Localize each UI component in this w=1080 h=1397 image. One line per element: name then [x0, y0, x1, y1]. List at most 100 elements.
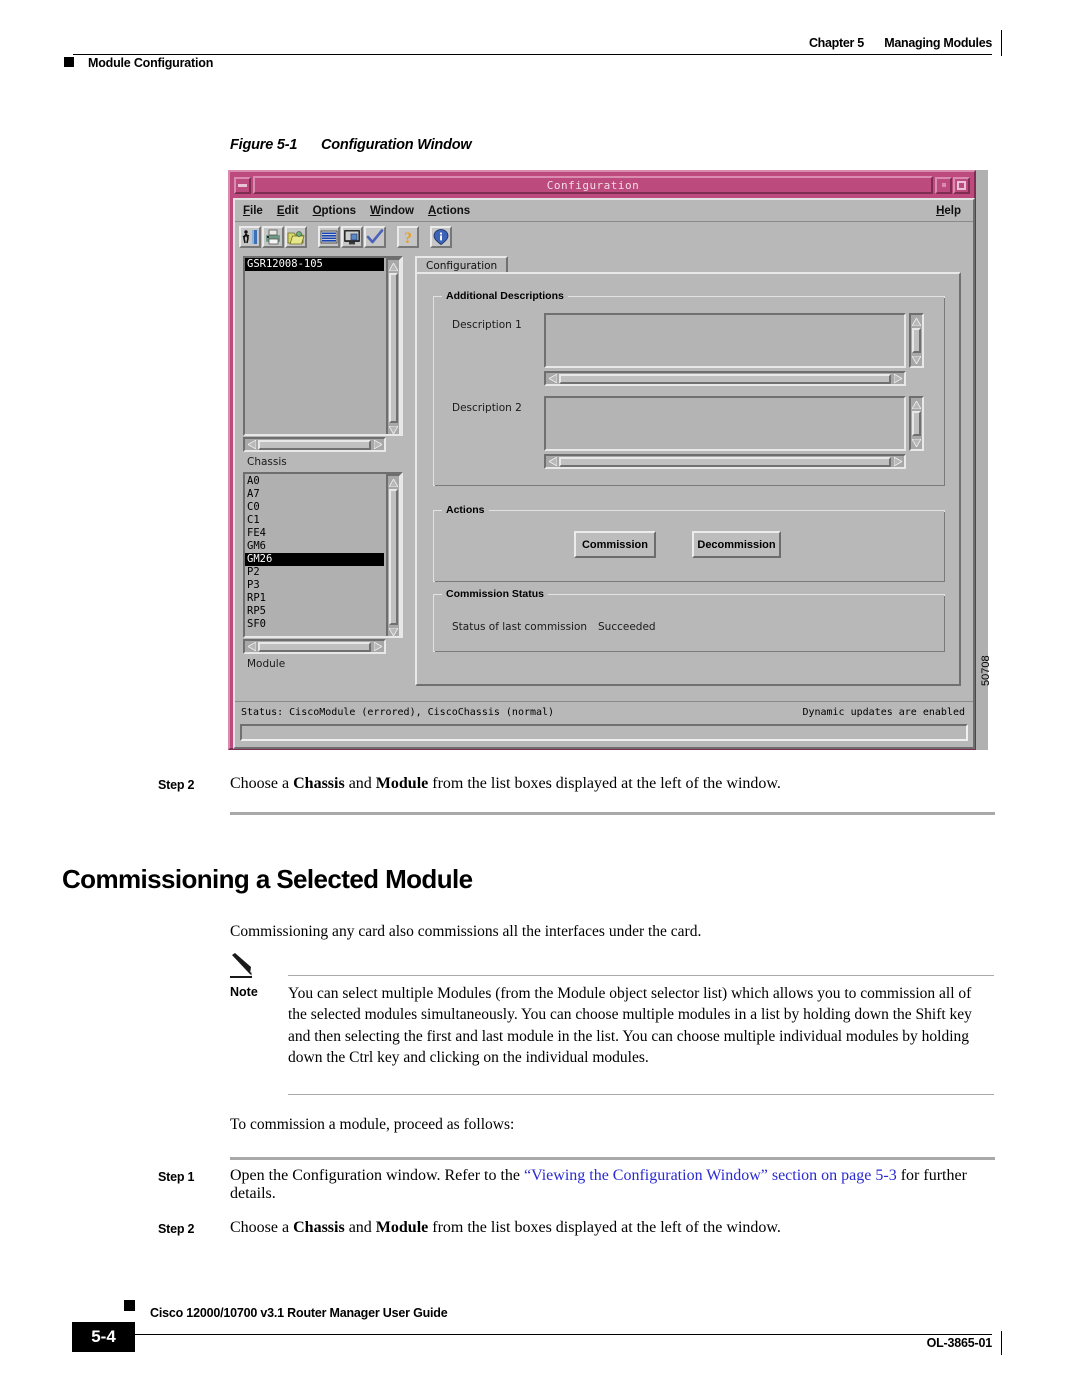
scroll-up-arrow[interactable]: [388, 261, 399, 272]
list-icon[interactable]: [318, 226, 340, 248]
scroll-left-arrow[interactable]: [547, 373, 558, 384]
note-label: Note: [230, 985, 258, 999]
scroll-down-arrow[interactable]: [911, 354, 922, 365]
list-item[interactable]: A0: [245, 475, 384, 488]
chassis-listbox[interactable]: GSR12008-105: [243, 256, 403, 436]
scroll-down-arrow[interactable]: [388, 424, 399, 434]
scroll-up-arrow[interactable]: [911, 316, 922, 327]
note-pencil-icon: [230, 952, 260, 980]
info-icon[interactable]: [430, 226, 452, 248]
description-1-field[interactable]: [544, 313, 924, 386]
check-icon[interactable]: [364, 226, 386, 248]
header-chapter-title: Managing Modules: [884, 36, 992, 50]
menu-actions[interactable]: Actions: [428, 205, 470, 217]
open-folder-icon[interactable]: [285, 226, 307, 248]
list-item[interactable]: RP1: [245, 592, 384, 605]
window-titlebar: Configuration: [233, 175, 971, 195]
list-item[interactable]: RP5: [245, 605, 384, 618]
window-menu-button[interactable]: [234, 176, 251, 194]
configuration-window-screenshot: Configuration File Edit Options Window A…: [228, 170, 992, 750]
description-1-hscrollbar[interactable]: [544, 371, 906, 386]
menu-window[interactable]: Window: [370, 205, 414, 217]
description-2-label: Description 2: [452, 402, 522, 414]
list-item[interactable]: P3: [245, 579, 384, 592]
tab-strip: Configuration: [415, 256, 961, 273]
configuration-panel: Configuration Additional Descriptions De…: [415, 256, 961, 686]
footer-document-number: OL-3865-01: [926, 1336, 993, 1350]
chassis-horizontal-scrollbar[interactable]: [243, 437, 386, 452]
tab-configuration-label: Configuration: [426, 259, 498, 272]
header-section-title: Module Configuration: [88, 56, 214, 70]
description-1-textarea[interactable]: [544, 313, 906, 368]
header-bullet-square: [64, 57, 74, 67]
note-text: You can select multiple Modules (from th…: [288, 985, 972, 1066]
commission-button[interactable]: Commission: [574, 531, 656, 558]
steps-divider: [230, 1157, 995, 1160]
list-item-selected[interactable]: GM26: [245, 553, 384, 566]
scroll-left-arrow[interactable]: [547, 456, 558, 467]
step-text-top: Choose a Chassis and Module from the lis…: [230, 775, 781, 792]
window-statusbar: Status: CiscoModule (errored), CiscoChas…: [235, 701, 973, 747]
description-1-vscrollbar[interactable]: [909, 313, 924, 368]
actions-group: Actions Commission Decommission: [433, 504, 945, 582]
module-horizontal-scrollbar[interactable]: [243, 639, 386, 654]
menu-options[interactable]: Options: [313, 205, 356, 217]
scroll-down-arrow[interactable]: [911, 437, 922, 448]
module-label: Module: [247, 658, 286, 670]
description-2-textarea[interactable]: [544, 396, 906, 451]
module-listbox[interactable]: A0 A7 C0 C1 FE4 GM6 GM26 P2 P3 RP1 RP5 S…: [243, 472, 403, 638]
list-item[interactable]: P2: [245, 566, 384, 579]
chassis-vertical-scrollbar[interactable]: [386, 258, 401, 434]
scroll-up-arrow[interactable]: [388, 477, 399, 488]
additional-descriptions-title: Additional Descriptions: [442, 290, 568, 302]
description-2-vscrollbar[interactable]: [909, 396, 924, 451]
step-2-text: Choose a Chassis and Module from the lis…: [230, 1219, 781, 1236]
menu-help[interactable]: Help: [936, 205, 961, 217]
statusbar-status-text: Status: CiscoModule (errored), CiscoChas…: [241, 707, 555, 718]
description-2-field[interactable]: [544, 396, 924, 469]
header-tick: [1000, 30, 1002, 56]
exit-icon[interactable]: [239, 226, 261, 248]
page-header: Chapter 5 Managing Modules Module Config…: [0, 0, 1080, 92]
scroll-left-arrow[interactable]: [246, 641, 257, 652]
scroll-right-arrow[interactable]: [892, 456, 903, 467]
lead-in-paragraph: To commission a module, proceed as follo…: [230, 1116, 515, 1133]
footer-page-number: 5-4: [72, 1322, 135, 1352]
scroll-up-arrow[interactable]: [911, 399, 922, 410]
print-icon[interactable]: [262, 226, 284, 248]
scroll-right-arrow[interactable]: [372, 641, 383, 652]
scroll-left-arrow[interactable]: [246, 439, 257, 450]
step-divider-top: [230, 812, 995, 815]
chassis-label: Chassis: [247, 456, 287, 468]
commission-status-group: Commission Status Status of last commiss…: [433, 588, 945, 652]
step-2-label: Step 2: [158, 1222, 195, 1236]
decommission-button[interactable]: Decommission: [692, 531, 781, 558]
toolbar: ?: [235, 222, 973, 252]
scroll-right-arrow[interactable]: [372, 439, 383, 450]
link-viewing-configuration-window[interactable]: “Viewing the Configuration Window” secti…: [524, 1167, 897, 1184]
menu-file[interactable]: File: [243, 205, 263, 217]
help-question-icon[interactable]: ?: [397, 226, 419, 248]
list-item[interactable]: FE4: [245, 527, 384, 540]
statusbar-message-field[interactable]: [240, 724, 968, 741]
tab-configuration[interactable]: Configuration: [415, 256, 509, 273]
list-item[interactable]: C1: [245, 514, 384, 527]
list-item[interactable]: GSR12008-105: [245, 258, 384, 271]
scroll-right-arrow[interactable]: [892, 373, 903, 384]
chassis-selector: GSR12008-105 Chassis: [243, 256, 403, 468]
menubar: File Edit Options Window Actions Help: [235, 200, 973, 222]
monitor-icon[interactable]: [341, 226, 363, 248]
commission-status-title: Commission Status: [442, 588, 549, 600]
minimize-button[interactable]: [935, 176, 952, 194]
menu-edit[interactable]: Edit: [277, 205, 299, 217]
list-item[interactable]: C0: [245, 501, 384, 514]
module-vertical-scrollbar[interactable]: [386, 474, 401, 636]
list-item[interactable]: GM6: [245, 540, 384, 553]
list-item[interactable]: SF0: [245, 618, 384, 631]
list-item[interactable]: A7: [245, 488, 384, 501]
note-top-rule: [288, 975, 994, 976]
scroll-down-arrow[interactable]: [388, 626, 399, 636]
module-selector: A0 A7 C0 C1 FE4 GM6 GM26 P2 P3 RP1 RP5 S…: [243, 472, 403, 670]
description-2-hscrollbar[interactable]: [544, 454, 906, 469]
maximize-button[interactable]: [953, 176, 970, 194]
